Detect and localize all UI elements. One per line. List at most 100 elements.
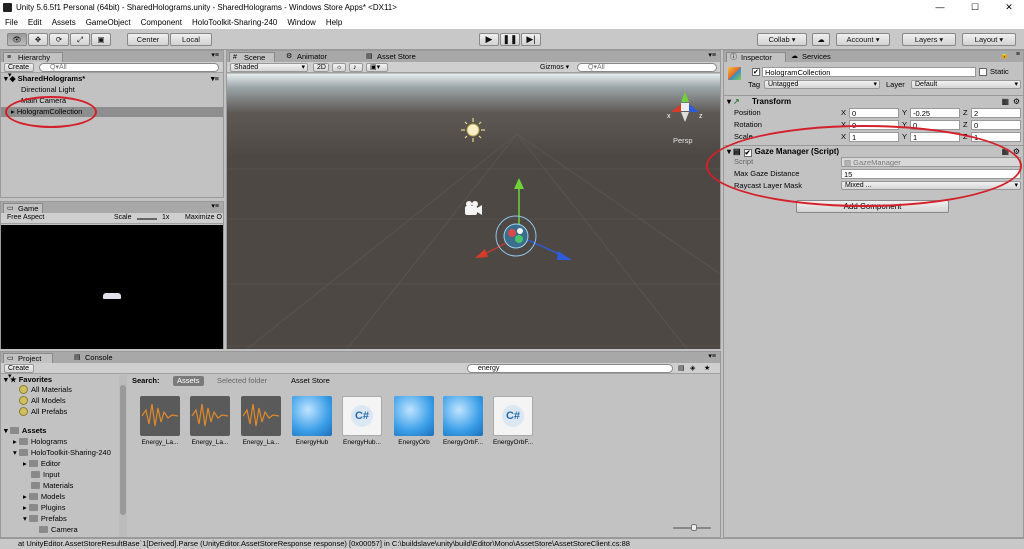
position-y-field[interactable]: -0.25 xyxy=(910,108,960,118)
favorite-star-icon[interactable]: ★ xyxy=(704,364,710,372)
folder-item[interactable]: ▸ Editor xyxy=(1,459,119,469)
tab-hierarchy[interactable]: ≡ Hierarchy xyxy=(3,52,63,62)
menu-gameobject[interactable]: GameObject xyxy=(81,18,136,27)
hierarchy-search-input[interactable]: Q▾All xyxy=(39,63,219,72)
pivot-local-button[interactable]: Local xyxy=(170,33,212,46)
shading-mode-dropdown[interactable]: Shaded ▾ xyxy=(230,63,308,72)
filter-assets-button[interactable]: Assets xyxy=(173,376,204,386)
rotate-tool-icon[interactable]: ⟳ xyxy=(49,33,69,46)
hierarchy-item-directional-light[interactable]: Directional Light xyxy=(1,85,223,95)
folder-item[interactable]: ▸ Holograms xyxy=(1,437,119,447)
sun-light-icon[interactable] xyxy=(461,118,485,142)
asset-item[interactable]: EnergyOrb xyxy=(392,396,436,446)
tab-services[interactable]: ☁ Services xyxy=(788,52,838,62)
scrollbar-thumb[interactable] xyxy=(120,385,126,515)
folder-item[interactable]: Input xyxy=(1,470,119,480)
project-search-input[interactable]: energy xyxy=(467,364,673,373)
scene-panel-menu-icon[interactable]: ▾≡ xyxy=(708,51,716,59)
tab-project[interactable]: ▭ Project xyxy=(3,353,53,363)
layer-dropdown[interactable]: Default ▾ xyxy=(911,80,1021,89)
expand-arrow-icon[interactable]: ▾ xyxy=(1,74,10,83)
help-icon[interactable]: ▦ xyxy=(1001,96,1009,107)
aspect-dropdown[interactable]: Free Aspect xyxy=(7,214,44,221)
asset-item[interactable]: C# EnergyHub... xyxy=(340,396,384,446)
icon-size-slider[interactable] xyxy=(673,524,711,531)
cloud-icon[interactable]: ☁ xyxy=(812,33,830,46)
gizmos-dropdown[interactable]: Gizmos ▾ xyxy=(540,63,569,71)
status-bar[interactable]: at UnityEditor.AssetStoreResultBase`1[De… xyxy=(0,538,1024,549)
scene-search-input[interactable]: Q▾All xyxy=(577,63,717,72)
position-z-field[interactable]: 2 xyxy=(971,108,1021,118)
menu-window[interactable]: Window xyxy=(282,18,320,27)
layout-dropdown[interactable]: Layout ▾ xyxy=(962,33,1016,46)
tab-scene[interactable]: # Scene xyxy=(229,52,275,62)
account-dropdown[interactable]: Account ▾ xyxy=(836,33,890,46)
inspector-lock-icon[interactable]: 🔒 xyxy=(1000,51,1009,59)
slider-thumb[interactable] xyxy=(691,524,697,531)
asset-item[interactable]: Energy_La... xyxy=(138,396,182,446)
folder-tree-scrollbar[interactable] xyxy=(119,375,127,537)
scene-menu-icon[interactable]: ▾≡ xyxy=(211,74,219,84)
maximize-button[interactable]: ☐ xyxy=(960,0,990,15)
menu-holotoolkit[interactable]: HoloToolkit-Sharing-240 xyxy=(187,18,282,27)
view-tool-eye-icon[interactable]: 👁 xyxy=(7,33,27,46)
asset-item[interactable]: Energy_La... xyxy=(239,396,283,446)
tab-console[interactable]: ▤ Console xyxy=(71,353,121,363)
favorite-item[interactable]: All Materials xyxy=(1,385,119,395)
effects-toggle-icon[interactable]: ▣▾ xyxy=(366,63,388,72)
folder-item[interactable]: ▸ Plugins xyxy=(1,503,119,513)
filter-asset-store-button[interactable]: Asset Store xyxy=(291,375,330,387)
active-checkbox[interactable]: ✔ xyxy=(752,68,760,76)
tab-asset-store[interactable]: ▤ Asset Store xyxy=(363,52,433,62)
menu-component[interactable]: Component xyxy=(136,18,187,27)
persp-label[interactable]: Persp xyxy=(673,136,693,145)
asset-item[interactable]: EnergyHub xyxy=(290,396,334,446)
hierarchy-create-dropdown[interactable]: Create ▾ xyxy=(4,63,34,79)
game-panel-menu-icon[interactable]: ▾≡ xyxy=(211,202,219,210)
menu-file[interactable]: File xyxy=(0,18,23,27)
project-create-dropdown[interactable]: Create ▾ xyxy=(4,364,34,380)
pause-button[interactable]: ❚❚ xyxy=(500,33,520,46)
scale-slider[interactable] xyxy=(137,218,157,220)
position-x-field[interactable]: 0 xyxy=(849,108,899,118)
favorite-item[interactable]: All Prefabs xyxy=(1,407,119,417)
play-button[interactable]: ▶ xyxy=(479,33,499,46)
tab-inspector[interactable]: ⓘ Inspector xyxy=(726,52,786,62)
pivot-center-button[interactable]: Center xyxy=(127,33,169,46)
menu-edit[interactable]: Edit xyxy=(23,18,47,27)
folder-item[interactable]: Camera xyxy=(1,525,119,535)
lighting-toggle-icon[interactable]: ☼ xyxy=(332,63,346,72)
minimize-button[interactable]: — xyxy=(925,0,955,15)
folder-item[interactable]: ▾ Prefabs xyxy=(1,514,119,524)
rotation-z-field[interactable]: 0 xyxy=(971,120,1021,130)
settings-gear-icon[interactable]: ⚙ xyxy=(1013,96,1020,107)
2d-toggle[interactable]: 2D xyxy=(313,63,329,72)
favorite-item[interactable]: All Models xyxy=(1,396,119,406)
tab-animator[interactable]: ⚙ Animator xyxy=(283,52,343,62)
tab-game[interactable]: ▭ Game xyxy=(3,203,43,213)
filter-label-icon[interactable]: ◈ xyxy=(690,364,695,372)
object-name-field[interactable]: HologramCollection xyxy=(762,67,976,77)
camera-gizmo-icon[interactable] xyxy=(465,201,482,215)
assets-header[interactable]: ▾ Assets xyxy=(1,426,119,436)
collab-button[interactable]: Collab ▾ xyxy=(757,33,807,46)
close-button[interactable]: ✕ xyxy=(994,0,1024,15)
asset-item[interactable]: Energy_La... xyxy=(188,396,232,446)
audio-toggle-icon[interactable]: ♪ xyxy=(349,63,363,72)
folder-item[interactable]: ▾ HoloToolkit-Sharing-240 xyxy=(1,448,119,458)
step-button[interactable]: ▶| xyxy=(521,33,541,46)
project-panel-menu-icon[interactable]: ▾≡ xyxy=(708,352,716,360)
scene-root-item[interactable]: ▾ ◆ SharedHolograms* ▾≡ xyxy=(1,74,223,84)
orientation-gizmo[interactable] xyxy=(671,92,699,122)
layers-dropdown[interactable]: Layers ▾ xyxy=(902,33,956,46)
folder-item[interactable]: ▸ Models xyxy=(1,492,119,502)
foldout-arrow-icon[interactable]: ▾ xyxy=(724,97,733,106)
filter-type-icon[interactable]: ▤ xyxy=(678,364,685,372)
filter-selected-folder-button[interactable]: Selected folder xyxy=(217,375,267,387)
maximize-on-play-toggle[interactable]: Maximize O xyxy=(185,214,222,221)
scene-viewport[interactable]: x z Persp xyxy=(227,74,720,349)
move-tool-icon[interactable]: ✥ xyxy=(28,33,48,46)
scale-tool-icon[interactable]: ⤢ xyxy=(70,33,90,46)
panel-menu-icon[interactable]: ▾≡ xyxy=(211,51,219,59)
transform-header[interactable]: ▾ ↗ Transform ▦ ⚙ xyxy=(724,95,1023,106)
